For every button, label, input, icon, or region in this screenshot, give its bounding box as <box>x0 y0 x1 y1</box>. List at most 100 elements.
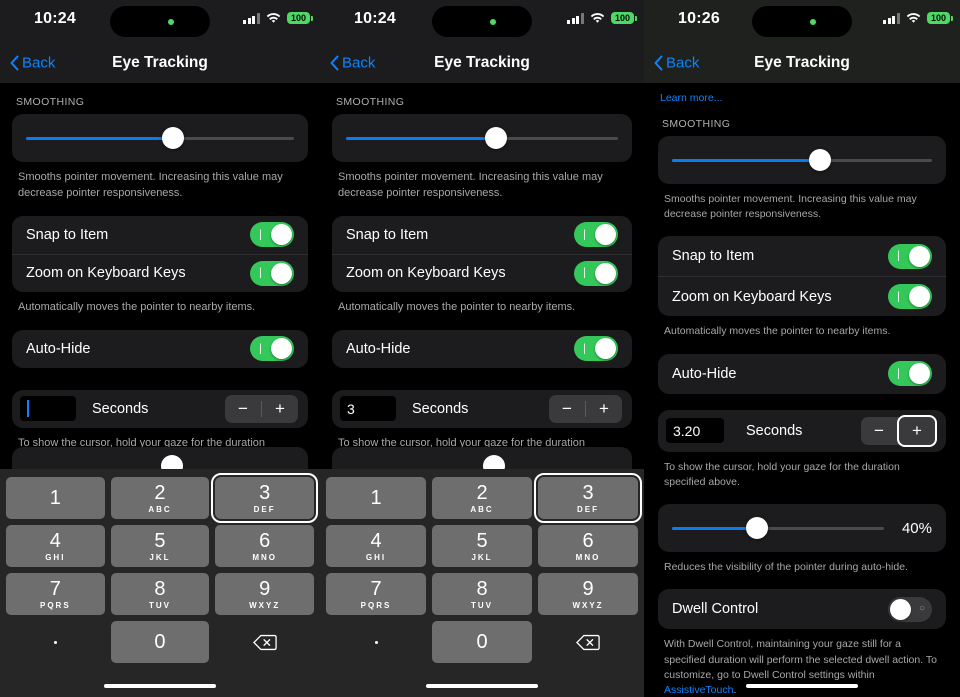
key-2[interactable]: 2 ABC <box>110 477 210 519</box>
key-6[interactable]: 6 MNO <box>215 525 314 567</box>
key-5[interactable]: 5 JKL <box>432 525 532 567</box>
key-letters: DEF <box>577 504 599 514</box>
zoom-keyboard-keys-row[interactable]: Zoom on Keyboard Keys | <box>658 276 946 316</box>
auto-hide-toggle[interactable]: | <box>574 336 618 362</box>
partial-slider-knob <box>160 455 183 469</box>
smoothing-caption: Smooths pointer movement. Increasing thi… <box>338 171 603 199</box>
zoom-keyboard-keys-row[interactable]: Zoom on Keyboard Keys | <box>332 253 632 292</box>
key-digit: 8 <box>154 577 166 600</box>
back-button[interactable]: Back <box>654 54 699 71</box>
dwell-control-label: Dwell Control <box>672 601 759 618</box>
key-letters: TUV <box>471 600 493 610</box>
dwell-control-row[interactable]: Dwell Control ○ <box>658 589 946 629</box>
battery-indicator: 100 <box>926 12 954 24</box>
slider-knob[interactable] <box>484 127 507 149</box>
smoothing-slider[interactable] <box>346 127 618 149</box>
status-indicators: 100 <box>243 12 314 24</box>
status-time: 10:24 <box>34 10 76 27</box>
learn-more-link[interactable]: Learn more... <box>658 84 946 104</box>
snap-to-item-row[interactable]: Snap to Item | <box>332 216 632 254</box>
snap-to-item-toggle[interactable]: | <box>250 222 294 248</box>
dwell-control-toggle[interactable]: ○ <box>888 596 932 622</box>
slider-knob[interactable] <box>745 517 768 540</box>
key-3[interactable]: 3 DEF <box>211 473 318 523</box>
decimal-dot-icon <box>53 640 57 644</box>
zoom-keyboard-keys-toggle[interactable]: | <box>250 260 294 286</box>
key-7[interactable]: 7 PQRS <box>326 573 426 615</box>
snap-to-item-row[interactable]: Snap to Item | <box>658 236 946 276</box>
snap-to-item-toggle[interactable]: | <box>574 222 618 248</box>
back-button[interactable]: Back <box>10 54 55 71</box>
key-digit: 7 <box>49 577 61 600</box>
auto-hide-row[interactable]: Auto-Hide | <box>658 354 946 394</box>
dwell-caption-text: With Dwell Control, maintaining your gaz… <box>664 638 937 681</box>
key-letters: MNO <box>575 552 601 562</box>
zoom-keyboard-keys-toggle[interactable]: | <box>574 260 618 286</box>
slider-knob[interactable] <box>162 127 185 149</box>
duration-input[interactable]: 3 <box>340 396 396 422</box>
smoothing-section-header: SMOOTHING <box>16 96 85 108</box>
settings-content: SMOOTHING Smooths pointer movement. Incr… <box>0 84 320 468</box>
opacity-slider[interactable] <box>672 517 884 540</box>
decrement-button[interactable]: − <box>225 395 261 423</box>
auto-hide-row[interactable]: Auto-Hide | <box>332 330 632 368</box>
key-9[interactable]: 9 WXYZ <box>215 573 314 615</box>
key-0[interactable]: 0 <box>110 621 210 663</box>
key-9[interactable]: 9 WXYZ <box>538 573 638 615</box>
key-5[interactable]: 5 JKL <box>110 525 210 567</box>
key-8[interactable]: 8 TUV <box>432 573 532 615</box>
auto-hide-toggle[interactable]: | <box>250 336 294 362</box>
key-digit: 1 <box>49 487 61 509</box>
key-digit: 1 <box>370 487 382 509</box>
auto-hide-card: Auto-Hide | <box>12 329 308 368</box>
home-indicator <box>104 684 216 688</box>
smoothing-slider[interactable] <box>672 149 932 171</box>
smoothing-caption: Smooths pointer movement. Increasing thi… <box>664 193 917 221</box>
status-indicators: 100 <box>567 12 638 24</box>
key-4[interactable]: 4 GHI <box>6 525 105 567</box>
key-letters: JKL <box>471 552 493 562</box>
slider-knob[interactable] <box>809 149 832 171</box>
back-button[interactable]: Back <box>330 54 375 71</box>
snap-to-item-row[interactable]: Snap to Item | <box>12 216 308 254</box>
increment-button[interactable]: + <box>262 395 298 423</box>
key-7[interactable]: 7 PQRS <box>6 573 105 615</box>
key-backspace[interactable] <box>215 621 314 663</box>
duration-input[interactable] <box>20 396 76 422</box>
toggle-on-glyph: | <box>897 290 900 303</box>
key-backspace[interactable] <box>538 621 638 663</box>
key-letters: GHI <box>45 552 66 562</box>
zoom-keyboard-keys-row[interactable]: Zoom on Keyboard Keys | <box>12 253 308 292</box>
key-3[interactable]: 3 DEF <box>534 473 642 523</box>
auto-hide-row[interactable]: Auto-Hide | <box>12 330 308 368</box>
key-1[interactable]: 1 <box>326 477 426 519</box>
wifi-icon <box>266 12 281 24</box>
toggle-knob <box>595 262 616 284</box>
key-8[interactable]: 8 TUV <box>110 573 210 615</box>
toggle-on-glyph: | <box>583 266 586 279</box>
auto-hide-toggle[interactable]: | <box>888 361 932 387</box>
key-1[interactable]: 1 <box>6 477 105 519</box>
key-decimal-point[interactable] <box>326 621 426 663</box>
key-4[interactable]: 4 GHI <box>326 525 426 567</box>
decrement-button[interactable]: − <box>861 417 897 445</box>
key-decimal-point[interactable] <box>6 621 105 663</box>
opacity-value-label: 40% <box>901 519 932 537</box>
snap-to-item-toggle[interactable]: | <box>888 243 932 269</box>
smoothing-slider[interactable] <box>26 127 294 149</box>
assistive-touch-link[interactable]: AssistiveTouch <box>664 684 733 696</box>
increment-button[interactable]: + <box>897 414 937 447</box>
duration-input[interactable]: 3.20 <box>666 418 724 444</box>
key-6[interactable]: 6 MNO <box>538 525 638 567</box>
increment-button[interactable]: + <box>586 395 622 423</box>
seconds-label: Seconds <box>412 400 469 417</box>
opacity-slider-row: 40% <box>658 504 946 552</box>
key-2[interactable]: 2 ABC <box>432 477 532 519</box>
status-bar: 10:26 100 <box>644 0 960 42</box>
key-digit: 3 <box>259 481 271 504</box>
duration-stepper-card: 3.20 Seconds − + <box>658 409 946 452</box>
zoom-keyboard-keys-toggle[interactable]: | <box>888 284 932 310</box>
decrement-button[interactable]: − <box>549 395 585 423</box>
nav-bar: Back Eye Tracking <box>644 42 960 84</box>
key-0[interactable]: 0 <box>432 621 532 663</box>
